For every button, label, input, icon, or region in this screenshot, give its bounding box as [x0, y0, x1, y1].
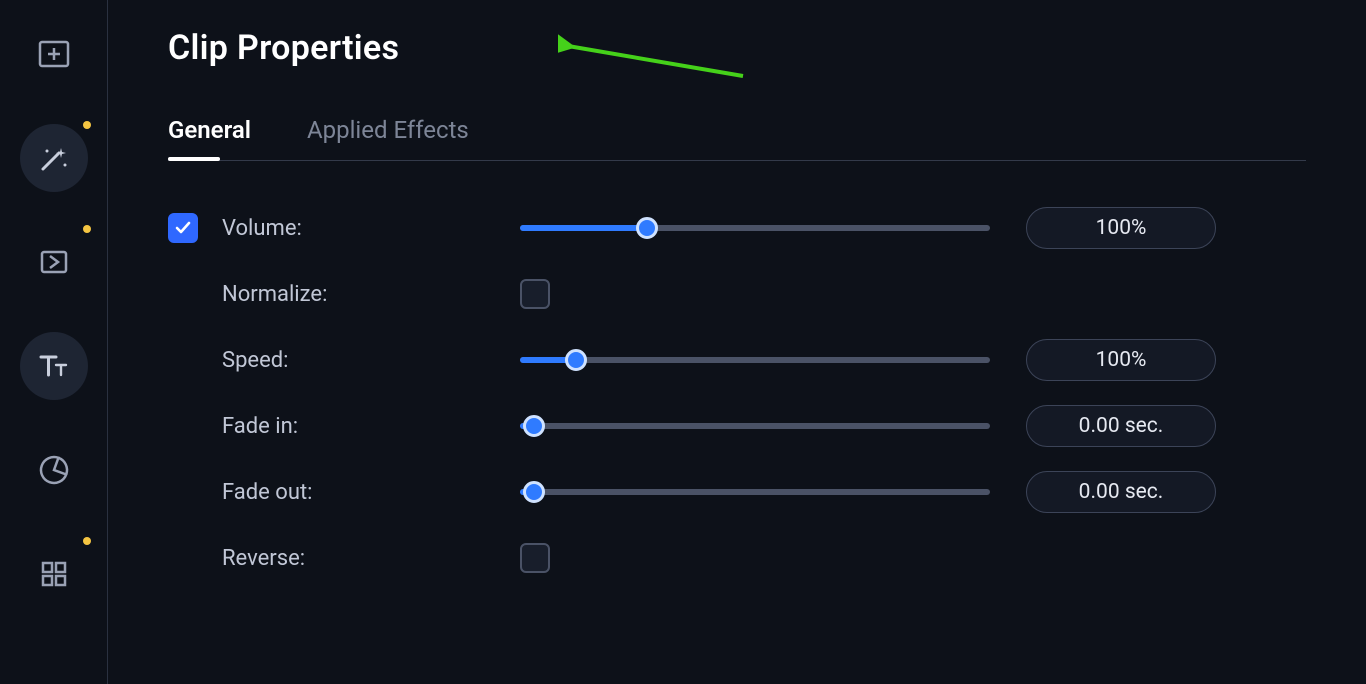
slider-track — [520, 423, 990, 429]
sidebar-item-titles[interactable] — [20, 332, 88, 400]
tab-general[interactable]: General — [168, 116, 251, 160]
tabs: General Applied Effects — [168, 116, 1306, 161]
slider-thumb[interactable] — [523, 415, 545, 437]
reverse-label: Reverse: — [222, 546, 305, 571]
notification-dot-icon — [83, 121, 91, 129]
sidebar-item-stickers[interactable] — [20, 436, 88, 504]
volume-slider[interactable] — [520, 219, 990, 237]
slider-fill — [520, 225, 647, 231]
slider-thumb[interactable] — [565, 349, 587, 371]
sidebar — [0, 0, 108, 684]
sticker-icon — [37, 453, 71, 487]
notification-dot-icon — [83, 225, 91, 233]
slider-thumb[interactable] — [523, 481, 545, 503]
sidebar-item-import[interactable] — [20, 20, 88, 88]
property-row-fade-out: Fade out: 0.00 sec. — [168, 459, 1306, 525]
notification-dot-icon — [83, 537, 91, 545]
fade-out-label: Fade out: — [222, 480, 313, 505]
sidebar-item-transitions[interactable] — [20, 228, 88, 296]
normalize-checkbox[interactable] — [520, 279, 550, 309]
transition-icon — [37, 245, 71, 279]
speed-value[interactable]: 100% — [1026, 339, 1216, 381]
property-row-volume: Volume: 100% — [168, 195, 1306, 261]
property-row-fade-in: Fade in: 0.00 sec. — [168, 393, 1306, 459]
fade-in-value[interactable]: 0.00 sec. — [1026, 405, 1216, 447]
speed-label: Speed: — [222, 348, 288, 373]
fade-out-value[interactable]: 0.00 sec. — [1026, 471, 1216, 513]
fade-in-slider[interactable] — [520, 417, 990, 435]
fade-in-label: Fade in: — [222, 414, 298, 439]
grid-icon — [38, 558, 70, 590]
slider-track — [520, 489, 990, 495]
speed-slider[interactable] — [520, 351, 990, 369]
app-root: Clip Properties General Applied Effects … — [0, 0, 1366, 684]
volume-checkbox[interactable] — [168, 213, 198, 243]
property-row-normalize: Normalize: — [168, 261, 1306, 327]
sidebar-item-more[interactable] — [20, 540, 88, 608]
reverse-checkbox[interactable] — [520, 543, 550, 573]
add-folder-icon — [36, 36, 72, 72]
sidebar-item-effects[interactable] — [20, 124, 88, 192]
page-title: Clip Properties — [168, 28, 1306, 68]
volume-label: Volume: — [222, 216, 302, 241]
volume-value[interactable]: 100% — [1026, 207, 1216, 249]
magic-wand-icon — [37, 141, 71, 175]
slider-track — [520, 357, 990, 363]
properties-list: Volume: 100% Normalize: — [168, 195, 1306, 591]
text-icon — [36, 348, 72, 384]
slider-thumb[interactable] — [636, 217, 658, 239]
fade-out-slider[interactable] — [520, 483, 990, 501]
normalize-label: Normalize: — [222, 282, 327, 307]
property-row-speed: Speed: 100% — [168, 327, 1306, 393]
tab-applied-effects[interactable]: Applied Effects — [307, 116, 469, 160]
property-row-reverse: Reverse: — [168, 525, 1306, 591]
main-panel: Clip Properties General Applied Effects … — [108, 0, 1366, 684]
